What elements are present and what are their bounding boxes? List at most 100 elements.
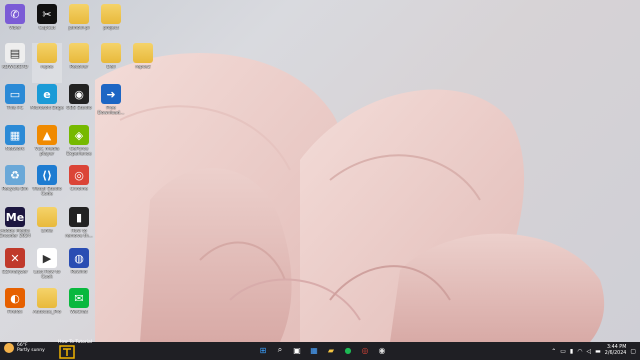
desktop-icon-label: Rewind bbox=[70, 270, 88, 275]
chevron-up-icon[interactable]: ⌃ bbox=[551, 348, 556, 355]
desktop-icon-visual-studio-code[interactable]: ⟨⟩ Visual Studio Code bbox=[32, 165, 62, 205]
desktop-icon-label: OBS Studio bbox=[66, 106, 92, 111]
camera-icon[interactable]: ▭ bbox=[560, 348, 566, 355]
desktop-icon-wechat[interactable]: ✉ WeChat bbox=[64, 288, 94, 328]
desktop-icon-label: Viber bbox=[9, 26, 21, 31]
weather-widget[interactable]: 66°F Partly sunny bbox=[4, 343, 45, 353]
desktop-icon-autocue-pro[interactable]: Autocue_Pro bbox=[32, 288, 62, 328]
desktop-icon-rewind[interactable]: ◍ Rewind bbox=[64, 248, 94, 288]
desktop-icon-label: Recover bbox=[69, 65, 89, 70]
logo-text: How To Tutorial bbox=[58, 340, 92, 345]
desktop-icon-recycle-bin[interactable]: ♻ Recycle Bin bbox=[0, 165, 30, 205]
folder-icon bbox=[37, 288, 57, 308]
desktop-icon-capcut[interactable]: ✂ CapCut bbox=[32, 4, 62, 44]
microphone-icon[interactable]: ▮ bbox=[570, 348, 573, 355]
desktop-icon-label: WeChat bbox=[70, 310, 88, 315]
desktop-icon-label: project bbox=[103, 26, 119, 31]
app-icon: ▤ bbox=[5, 43, 25, 63]
weather-sun-icon bbox=[4, 343, 14, 353]
folder-icon bbox=[69, 43, 89, 63]
desktop-icon-label: This PC bbox=[6, 106, 24, 111]
desktop-icon-links[interactable]: Links bbox=[32, 207, 62, 247]
app-icon: ▶ bbox=[37, 248, 57, 268]
desktop-icon-recover[interactable]: Recover bbox=[64, 43, 94, 83]
desktop-icon-label: Links bbox=[41, 229, 53, 234]
desktop-icon-label: Network bbox=[5, 147, 25, 152]
app-icon: ♻ bbox=[5, 165, 25, 185]
app-icon: ◎ bbox=[69, 165, 89, 185]
desktop-icon-firefox[interactable]: ◐ Firefox bbox=[0, 288, 30, 328]
desktop-icon-label: Adobe Media Encoder 2024 bbox=[0, 229, 31, 239]
windows-start-icon[interactable]: ⊞ bbox=[256, 343, 270, 357]
desktop-icon-label: VLC media player bbox=[34, 147, 60, 157]
desktop-icon-label: CapCut bbox=[38, 26, 56, 31]
desktop-icon-label: repos bbox=[40, 65, 54, 70]
folder-icon bbox=[101, 4, 121, 24]
folder-icon bbox=[69, 4, 89, 24]
app-icon: ✕ bbox=[5, 248, 25, 268]
taskbar-app-strip: ⊞ ⌕ ▣ ▦ ▰ ● ◎ ◉ bbox=[256, 343, 389, 357]
desktop-icon-label: Firefox bbox=[7, 310, 23, 315]
chrome-icon[interactable]: ◎ bbox=[358, 343, 372, 357]
desktop-icon-label: Free Download... bbox=[97, 106, 125, 116]
desktop-icon-network[interactable]: ▦ Network bbox=[0, 125, 30, 165]
store-icon[interactable]: ▦ bbox=[307, 343, 321, 357]
folder-icon bbox=[133, 43, 153, 63]
desktop-icon-dell[interactable]: Dell bbox=[96, 43, 126, 83]
search-icon[interactable]: ⌕ bbox=[273, 343, 287, 357]
desktop-icon-free-download-[interactable]: ➜ Free Download... bbox=[96, 84, 126, 124]
task-view-icon[interactable]: ▣ bbox=[290, 343, 304, 357]
desktop-icon-project[interactable]: project bbox=[96, 4, 126, 44]
desktop-icon-lust-how-to-cook[interactable]: ▶ Lust How to Cook bbox=[32, 248, 62, 288]
desktop-icon-label: Recycle Bin bbox=[2, 187, 28, 192]
desktop-icon-viber[interactable]: ✆ Viber bbox=[0, 4, 30, 44]
folder-icon bbox=[37, 207, 57, 227]
app-icon: ✉ bbox=[69, 288, 89, 308]
desktop-icon-label: Visual Studio Code bbox=[32, 187, 62, 197]
app-icon: ⟨⟩ bbox=[37, 165, 57, 185]
desktop-icon-chrome[interactable]: ◎ Chrome bbox=[64, 165, 94, 205]
app-icon: ▦ bbox=[5, 125, 25, 145]
desktop-icon-how-to-remove-th-[interactable]: ▮ How to remove th... bbox=[64, 207, 94, 247]
file-explorer-icon[interactable]: ▰ bbox=[324, 343, 338, 357]
folder-icon bbox=[37, 43, 57, 63]
desktop-icon-label: Lust How to Cook bbox=[33, 270, 61, 280]
app-icon: ◍ bbox=[69, 248, 89, 268]
spotify-icon[interactable]: ● bbox=[341, 343, 355, 357]
volume-icon[interactable]: ◁ bbox=[586, 348, 591, 355]
app-icon: ▭ bbox=[5, 84, 25, 104]
desktop-icon-label: KDWC6E7D bbox=[1, 65, 29, 70]
desktop-icon-microsoft-edge[interactable]: e Microsoft Edge bbox=[30, 84, 64, 124]
system-tray: ⌃ ▭ ▮ ◠ ◁ ▬ 3:44 PM 2/6/2024 ▢ bbox=[551, 342, 636, 360]
desktop-icon-geforce-experience[interactable]: ◈ GeForce Experience bbox=[64, 125, 94, 165]
desktop-icon-jamovi-pi[interactable]: jamovi-pi bbox=[64, 4, 94, 44]
app-icon: ◉ bbox=[69, 84, 89, 104]
desktop-icon-repos[interactable]: repos bbox=[32, 43, 62, 83]
desktop-icon-label: How to remove th... bbox=[65, 229, 93, 239]
desktop-icon-ezanalyzer[interactable]: ✕ EZAnalyzer bbox=[0, 248, 30, 288]
weather-desc: Partly sunny bbox=[17, 348, 45, 353]
desktop-icon-kdwc6e7d[interactable]: ▤ KDWC6E7D bbox=[0, 43, 30, 83]
clock[interactable]: 3:44 PM 2/6/2024 bbox=[605, 345, 627, 357]
recording-icon[interactable]: ◉ bbox=[375, 343, 389, 357]
desktop-icon-label: Chrome bbox=[70, 187, 88, 192]
app-icon: ✂ bbox=[37, 4, 57, 24]
app-icon: ▮ bbox=[69, 207, 89, 227]
desktop-icon-obs-studio[interactable]: ◉ OBS Studio bbox=[64, 84, 94, 124]
app-icon: ▲ bbox=[37, 125, 57, 145]
app-icon: ◐ bbox=[5, 288, 25, 308]
desktop-icon-label: repos2 bbox=[135, 65, 151, 70]
desktop-icon-label: jamovi-pi bbox=[68, 26, 90, 31]
desktop-icon-label: Microsoft Edge bbox=[30, 106, 64, 111]
desktop-icon-adobe-media-encoder-2024[interactable]: Me Adobe Media Encoder 2024 bbox=[0, 207, 31, 247]
desktop-icon-repos2[interactable]: repos2 bbox=[128, 43, 158, 83]
app-icon: ➜ bbox=[101, 84, 121, 104]
notification-icon[interactable]: ▢ bbox=[630, 348, 636, 355]
battery-icon[interactable]: ▬ bbox=[595, 348, 601, 355]
desktop-icon-label: Dell bbox=[106, 65, 116, 70]
wifi-icon[interactable]: ◠ bbox=[577, 348, 582, 355]
desktop-icon-this-pc[interactable]: ▭ This PC bbox=[0, 84, 30, 124]
desktop-icon-label: GeForce Experience bbox=[66, 147, 92, 157]
app-icon: ◈ bbox=[69, 125, 89, 145]
desktop-icon-vlc-media-player[interactable]: ▲ VLC media player bbox=[32, 125, 62, 165]
